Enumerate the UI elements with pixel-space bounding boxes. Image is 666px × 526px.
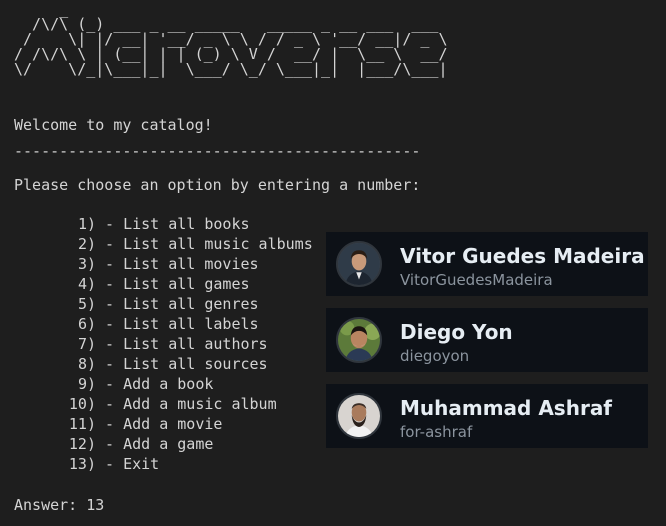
menu-item-label: - List all authors (105, 335, 268, 353)
menu-item[interactable]: 4) - List all games (14, 274, 313, 294)
menu-item-number: 6) (77, 315, 96, 333)
avatar (336, 241, 382, 287)
menu-item-number: 10) (68, 395, 96, 413)
avatar (336, 317, 382, 363)
menu-item-number: 5) (77, 295, 96, 313)
menu-item[interactable]: 2) - List all music albums (14, 234, 313, 254)
menu-item-number: 8) (77, 355, 96, 373)
menu-item-label: - Add a book (105, 375, 214, 393)
menu-item-number: 12) (68, 435, 96, 453)
contributor-name: Diego Yon (400, 320, 513, 344)
menu-item-label: - List all books (105, 215, 250, 233)
menu-item[interactable]: 10) - Add a music album (14, 394, 313, 414)
answer-line[interactable]: Answer: 13 (14, 495, 104, 515)
avatar (336, 393, 382, 439)
menu-item-label: - Add a movie (105, 415, 223, 433)
menu-item-label: - List all movies (105, 255, 259, 273)
menu-list: 1) - List all books 2) - List all music … (14, 214, 313, 474)
menu-item-label: - Add a music album (105, 395, 277, 413)
contributor-card[interactable]: Muhammad Ashraf for-ashraf (326, 384, 648, 448)
menu-item-label: - List all genres (105, 295, 259, 313)
contributor-name: Vitor Guedes Madeira (400, 244, 645, 268)
contributor-name: Muhammad Ashraf (400, 396, 613, 420)
menu-item-number: 1) (77, 215, 96, 233)
contributor-card[interactable]: Diego Yon diegoyon (326, 308, 648, 372)
menu-item[interactable]: 9) - Add a book (14, 374, 313, 394)
welcome-text: Welcome to my catalog! (14, 116, 213, 134)
divider-line: ----------------------------------------… (14, 142, 421, 160)
menu-item-label: - List all music albums (105, 235, 313, 253)
menu-item-label: - List all labels (105, 315, 259, 333)
contributor-login: diegoyon (400, 347, 470, 365)
menu-item[interactable]: 1) - List all books (14, 214, 313, 234)
menu-item-label: - List all sources (105, 355, 268, 373)
menu-item-label: - Add a game (105, 435, 214, 453)
menu-item[interactable]: 13) - Exit (14, 454, 313, 474)
menu-item[interactable]: 6) - List all labels (14, 314, 313, 334)
menu-item[interactable]: 12) - Add a game (14, 434, 313, 454)
menu-item[interactable]: 11) - Add a movie (14, 414, 313, 434)
contributor-card[interactable]: Vitor Guedes Madeira VitorGuedesMadeira (326, 232, 648, 296)
menu-item-number: 11) (68, 415, 96, 433)
menu-item[interactable]: 7) - List all authors (14, 334, 313, 354)
contributors-list: Vitor Guedes Madeira VitorGuedesMadeira … (326, 232, 648, 460)
answer-value: 13 (86, 496, 105, 514)
menu-item-label: - List all games (105, 275, 250, 293)
contributor-login: VitorGuedesMadeira (400, 271, 553, 289)
menu-item-number: 2) (77, 235, 96, 253)
menu-item-number: 3) (77, 255, 96, 273)
menu-item-label: - Exit (105, 455, 160, 473)
menu-item[interactable]: 3) - List all movies (14, 254, 313, 274)
ascii-banner: _ /\/\ (_) ___ _ __ _____ _____ _ __ ___… (14, 0, 448, 78)
contributor-login: for-ashraf (400, 423, 473, 441)
prompt-text: Please choose an option by entering a nu… (14, 176, 421, 194)
menu-item-number: 4) (77, 275, 96, 293)
menu-item[interactable]: 5) - List all genres (14, 294, 313, 314)
menu-item-number: 7) (77, 335, 96, 353)
answer-label: Answer: (14, 496, 78, 514)
menu-item-number: 13) (68, 455, 96, 473)
menu-item[interactable]: 8) - List all sources (14, 354, 313, 374)
menu-item-number: 9) (77, 375, 96, 393)
